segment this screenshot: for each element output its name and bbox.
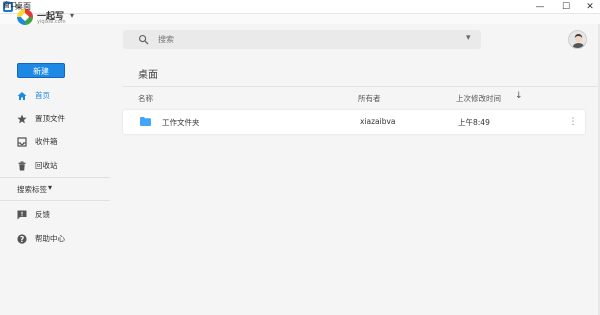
sidebar-item-label: 回收站 — [35, 161, 58, 170]
more-options-icon[interactable]: ⋮ — [568, 113, 578, 131]
user-avatar[interactable] — [568, 30, 587, 49]
search-tags-toggle[interactable]: 搜索标签 — [17, 184, 47, 195]
account-switcher-chevron-icon[interactable]: ▾ — [70, 11, 74, 20]
sidebar-item-inbox[interactable]: 收件箱 — [0, 131, 110, 153]
breadcrumb: 桌面 — [138, 70, 158, 81]
logo-icon — [17, 9, 33, 25]
column-header-owner[interactable]: 所有者 — [358, 93, 381, 104]
sidebar-divider — [0, 177, 110, 178]
tags-chevron-icon[interactable]: ▾ — [48, 183, 52, 192]
file-name[interactable]: 工作文件夹 — [162, 117, 200, 128]
sidebar-item-label: 置顶文件 — [35, 114, 65, 123]
sidebar-divider — [0, 200, 110, 201]
feedback-icon — [17, 210, 27, 220]
sidebar-item-home[interactable]: 首页 — [0, 85, 110, 107]
sidebar-item-label: 首页 — [35, 91, 50, 100]
sidebar-item-help[interactable]: ? 帮助中心 — [0, 228, 110, 250]
search-input[interactable] — [158, 32, 458, 47]
close-button[interactable]: ✕ — [580, 0, 600, 14]
help-icon: ? — [17, 234, 27, 244]
column-header-name[interactable]: 名称 — [138, 93, 153, 104]
title-bar — [0, 0, 600, 14]
sort-arrow-icon[interactable]: ↓ — [515, 91, 523, 101]
maximize-button[interactable]: ☐ — [556, 0, 576, 14]
menu-bar — [0, 14, 600, 24]
sidebar-item-feedback[interactable]: 反馈 — [0, 204, 110, 226]
folder-icon — [140, 117, 151, 126]
new-button[interactable]: 新建 — [17, 63, 65, 78]
sidebar-item-label: 帮助中心 — [35, 234, 65, 243]
column-header-modified[interactable]: 上次修改时间 — [456, 93, 501, 104]
sidebar-item-pinned[interactable]: 置顶文件 — [0, 108, 110, 130]
home-icon — [17, 92, 27, 100]
search-options-chevron-icon[interactable]: ▾ — [466, 33, 471, 43]
avatar-person-icon — [572, 34, 585, 48]
svg-text:?: ? — [20, 235, 24, 244]
search-icon — [138, 34, 149, 45]
file-modified-time: 上午8:49 — [458, 118, 490, 127]
menu-item-window[interactable]: 窗口 — [3, 0, 17, 10]
logo-url: yiqixie.com — [37, 19, 66, 25]
sidebar-item-label: 反馈 — [35, 210, 50, 219]
sidebar-item-trash[interactable]: 回收站 — [0, 155, 110, 177]
star-icon — [17, 114, 27, 124]
sidebar-item-label: 收件箱 — [35, 137, 58, 146]
file-owner: xiazaibva — [360, 117, 396, 126]
main-divider — [122, 86, 600, 87]
minimize-button[interactable]: — — [530, 0, 550, 14]
trash-icon — [18, 161, 26, 171]
inbox-icon — [17, 137, 27, 147]
